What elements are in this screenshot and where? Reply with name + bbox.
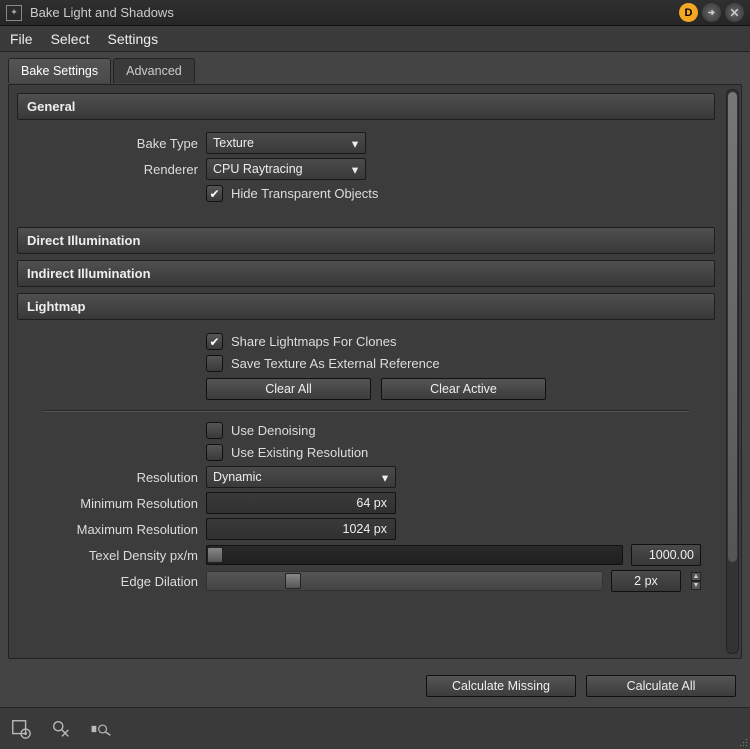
spinner-down-icon[interactable]: ▼ (691, 581, 701, 590)
statusbar (0, 707, 750, 749)
resolution-combo[interactable]: Dynamic ▾ (206, 466, 396, 488)
use-denoising-label: Use Denoising (231, 423, 316, 438)
checkbox-icon (206, 444, 223, 461)
app-icon: ✦ (6, 5, 22, 21)
scroll-area: General Bake Type Texture ▾ Renderer CPU… (9, 85, 723, 658)
separator (43, 410, 689, 412)
edge-dilation-spinner[interactable]: ▲ ▼ (691, 572, 701, 590)
slider-knob[interactable] (285, 573, 301, 589)
resolution-value: Dynamic (213, 470, 262, 484)
menu-file[interactable]: File (10, 31, 33, 47)
close-button[interactable] (725, 3, 744, 22)
clear-select-icon[interactable] (50, 718, 72, 740)
texel-density-value[interactable]: 1000.00 (631, 544, 701, 566)
section-general-body: Bake Type Texture ▾ Renderer CPU Raytrac… (17, 120, 715, 221)
checkbox-icon (206, 422, 223, 439)
action-bar: Calculate Missing Calculate All (426, 675, 736, 697)
hide-transparent-label: Hide Transparent Objects (231, 186, 378, 201)
window-title: Bake Light and Shadows (30, 5, 675, 20)
edge-dilation-value[interactable]: 2 px (611, 570, 681, 592)
calculate-all-button[interactable]: Calculate All (586, 675, 736, 697)
bake-type-combo[interactable]: Texture ▾ (206, 132, 366, 154)
edge-dilation-slider[interactable] (206, 571, 603, 591)
spinner-up-icon[interactable]: ▲ (691, 572, 701, 581)
section-general-header[interactable]: General (17, 93, 715, 120)
clear-active-button[interactable]: Clear Active (381, 378, 546, 400)
titlebar: ✦ Bake Light and Shadows D (0, 0, 750, 26)
chevron-down-icon: ▾ (348, 136, 362, 150)
chevron-down-icon: ▾ (378, 470, 392, 484)
bake-type-label: Bake Type (23, 136, 206, 151)
calculate-missing-button[interactable]: Calculate Missing (426, 675, 576, 697)
tab-advanced[interactable]: Advanced (113, 58, 195, 83)
slider-knob[interactable] (207, 547, 223, 563)
use-existing-check[interactable]: Use Existing Resolution (206, 444, 709, 461)
min-res-label: Minimum Resolution (23, 496, 206, 511)
vertical-scrollbar[interactable] (726, 89, 739, 654)
tag-icon[interactable] (90, 718, 112, 740)
tab-bake-settings[interactable]: Bake Settings (8, 58, 111, 83)
checkbox-icon (206, 355, 223, 372)
section-lightmap-header[interactable]: Lightmap (17, 293, 715, 320)
menu-settings[interactable]: Settings (107, 31, 158, 47)
checkbox-icon (206, 185, 223, 202)
menubar: File Select Settings (0, 26, 750, 52)
settings-gear-icon[interactable] (10, 718, 32, 740)
bake-type-value: Texture (213, 136, 254, 150)
share-clones-label: Share Lightmaps For Clones (231, 334, 396, 349)
renderer-value: CPU Raytracing (213, 162, 303, 176)
resize-grip[interactable] (736, 735, 748, 747)
tab-strip: Bake Settings Advanced (0, 52, 750, 83)
max-res-field[interactable]: 1024 px (206, 518, 396, 540)
section-indirect-illum-header[interactable]: Indirect Illumination (17, 260, 715, 287)
chevron-down-icon: ▾ (348, 162, 362, 176)
undock-button[interactable] (702, 3, 721, 22)
edge-dilation-label: Edge Dilation (23, 574, 206, 589)
scrollbar-thumb[interactable] (728, 92, 737, 562)
resolution-label: Resolution (23, 470, 206, 485)
hide-transparent-check[interactable]: Hide Transparent Objects (206, 185, 709, 202)
use-denoising-check[interactable]: Use Denoising (206, 422, 709, 439)
use-existing-label: Use Existing Resolution (231, 445, 368, 460)
save-external-label: Save Texture As External Reference (231, 356, 440, 371)
section-lightmap-body: Share Lightmaps For Clones Save Texture … (17, 320, 715, 610)
save-external-check[interactable]: Save Texture As External Reference (206, 355, 709, 372)
min-res-field[interactable]: 64 px (206, 492, 396, 514)
clear-all-button[interactable]: Clear All (206, 378, 371, 400)
version-badge[interactable]: D (679, 3, 698, 22)
share-clones-check[interactable]: Share Lightmaps For Clones (206, 333, 709, 350)
texel-density-slider[interactable] (206, 545, 623, 565)
section-direct-illum-header[interactable]: Direct Illumination (17, 227, 715, 254)
max-res-label: Maximum Resolution (23, 522, 206, 537)
checkbox-icon (206, 333, 223, 350)
texel-density-label: Texel Density px/m (23, 548, 206, 563)
menu-select[interactable]: Select (51, 31, 90, 47)
renderer-label: Renderer (23, 162, 206, 177)
renderer-combo[interactable]: CPU Raytracing ▾ (206, 158, 366, 180)
content-frame: General Bake Type Texture ▾ Renderer CPU… (8, 84, 742, 659)
